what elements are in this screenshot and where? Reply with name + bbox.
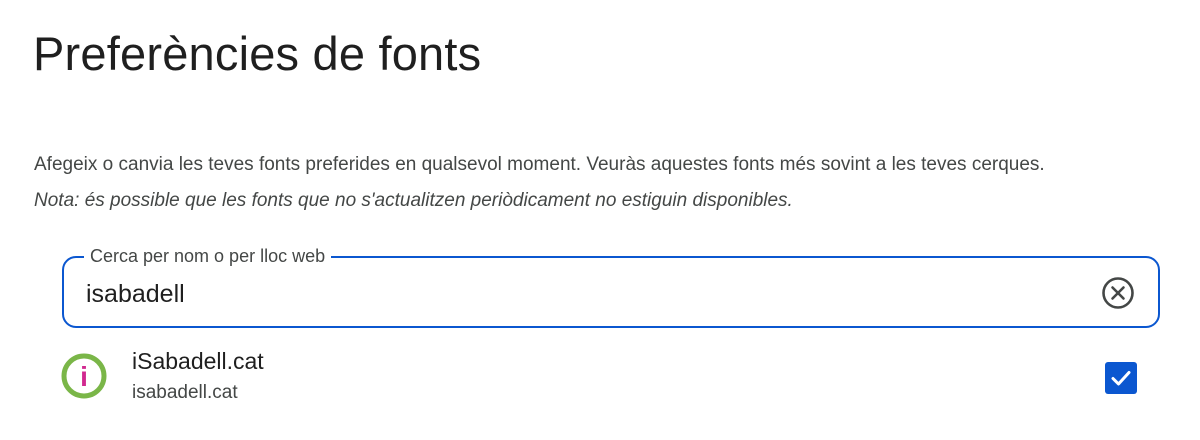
site-logo-icon: i	[61, 353, 107, 399]
list-item[interactable]: i iSabadell.cat isabadell.cat	[56, 342, 1156, 410]
search-input[interactable]	[86, 276, 1066, 312]
close-circle-icon	[1102, 277, 1134, 309]
result-site-url: isabadell.cat	[132, 382, 238, 403]
clear-search-button[interactable]	[1100, 275, 1136, 311]
page-title: Preferències de fonts	[33, 27, 482, 80]
result-checkbox[interactable]	[1105, 362, 1137, 394]
result-site-name: iSabadell.cat	[132, 348, 264, 374]
search-label: Cerca per nom o per lloc web	[84, 244, 332, 268]
search-field[interactable]: Cerca per nom o per lloc web	[62, 244, 1160, 328]
page-note: Nota: és possible que les fonts que no s…	[34, 190, 793, 211]
page-description: Afegeix o canvia les teves fonts preferi…	[34, 154, 1045, 175]
checkmark-icon	[1111, 371, 1131, 386]
site-logo-letter: i	[80, 361, 88, 392]
font-preferences-page: Preferències de fonts Afegeix o canvia l…	[0, 0, 1200, 440]
